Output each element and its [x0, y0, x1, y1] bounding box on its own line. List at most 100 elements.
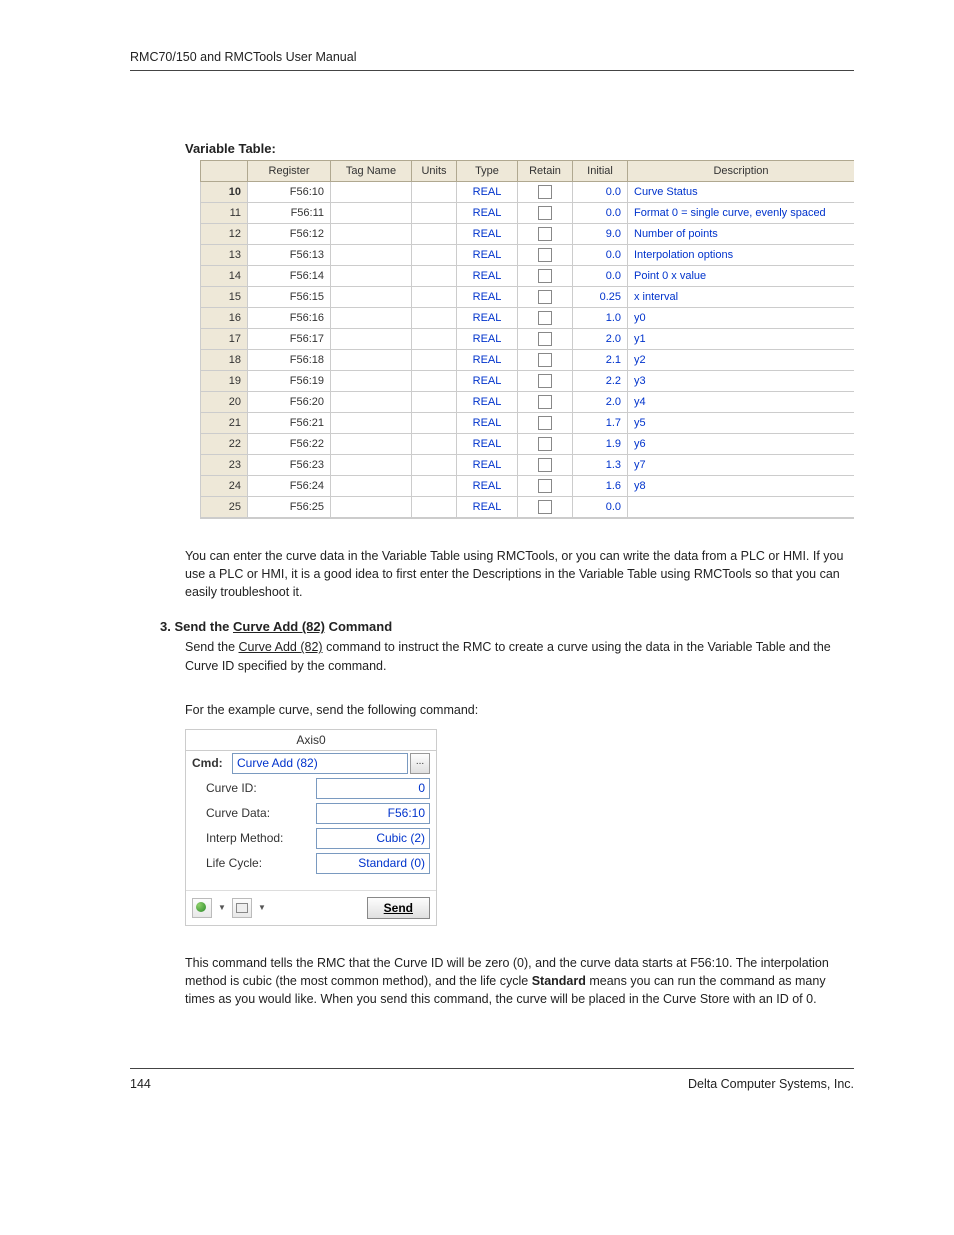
cell-tagname[interactable] [331, 455, 412, 476]
cell-units[interactable] [412, 329, 457, 350]
cell-initial[interactable]: 0.0 [573, 497, 628, 518]
cell-units[interactable] [412, 497, 457, 518]
cell-tagname[interactable] [331, 266, 412, 287]
checkbox-icon[interactable] [538, 248, 552, 262]
cell-tagname[interactable] [331, 476, 412, 497]
cell-initial[interactable]: 2.1 [573, 350, 628, 371]
cell-units[interactable] [412, 350, 457, 371]
cell-description[interactable]: y3 [628, 371, 855, 392]
cell-description[interactable]: Point 0 x value [628, 266, 855, 287]
cell-units[interactable] [412, 182, 457, 203]
cell-description[interactable]: y0 [628, 308, 855, 329]
cell-retain[interactable] [518, 287, 573, 308]
cell-initial[interactable]: 2.0 [573, 392, 628, 413]
cell-units[interactable] [412, 245, 457, 266]
cell-tagname[interactable] [331, 287, 412, 308]
cell-retain[interactable] [518, 308, 573, 329]
checkbox-icon[interactable] [538, 311, 552, 325]
cell-description[interactable]: y6 [628, 434, 855, 455]
cell-initial[interactable]: 9.0 [573, 224, 628, 245]
checkbox-icon[interactable] [538, 416, 552, 430]
checkbox-icon[interactable] [538, 479, 552, 493]
checkbox-icon[interactable] [538, 185, 552, 199]
cell-retain[interactable] [518, 497, 573, 518]
cell-retain[interactable] [518, 224, 573, 245]
cell-retain[interactable] [518, 350, 573, 371]
cell-units[interactable] [412, 224, 457, 245]
cell-tagname[interactable] [331, 392, 412, 413]
cell-retain[interactable] [518, 434, 573, 455]
cell-units[interactable] [412, 287, 457, 308]
checkbox-icon[interactable] [538, 269, 552, 283]
checkbox-icon[interactable] [538, 206, 552, 220]
cmd-param-value[interactable]: 0 [316, 778, 430, 799]
card-icon[interactable] [232, 898, 252, 918]
cell-retain[interactable] [518, 476, 573, 497]
cell-units[interactable] [412, 455, 457, 476]
send-button[interactable]: Send [367, 897, 430, 919]
cmd-more-button[interactable]: ... [410, 753, 430, 774]
checkbox-icon[interactable] [538, 290, 552, 304]
cell-initial[interactable]: 1.6 [573, 476, 628, 497]
cell-tagname[interactable] [331, 203, 412, 224]
cell-initial[interactable]: 0.0 [573, 182, 628, 203]
cell-tagname[interactable] [331, 434, 412, 455]
checkbox-icon[interactable] [538, 458, 552, 472]
cell-units[interactable] [412, 203, 457, 224]
cell-description[interactable]: y1 [628, 329, 855, 350]
cell-initial[interactable]: 2.2 [573, 371, 628, 392]
card-dropdown-icon[interactable]: ▼ [258, 903, 266, 912]
cell-initial[interactable]: 1.0 [573, 308, 628, 329]
cell-retain[interactable] [518, 455, 573, 476]
cell-description[interactable]: Number of points [628, 224, 855, 245]
cell-units[interactable] [412, 308, 457, 329]
curve-add-link-2[interactable]: Curve Add (82) [239, 640, 323, 654]
cell-description[interactable]: y2 [628, 350, 855, 371]
cell-tagname[interactable] [331, 245, 412, 266]
cmd-param-value[interactable]: Standard (0) [316, 853, 430, 874]
cell-initial[interactable]: 0.0 [573, 203, 628, 224]
cmd-value[interactable]: Curve Add (82) [232, 753, 408, 774]
cell-tagname[interactable] [331, 329, 412, 350]
cell-retain[interactable] [518, 329, 573, 350]
cell-description[interactable]: Curve Status [628, 182, 855, 203]
cell-retain[interactable] [518, 392, 573, 413]
cell-initial[interactable]: 1.7 [573, 413, 628, 434]
cell-initial[interactable]: 1.9 [573, 434, 628, 455]
cell-retain[interactable] [518, 266, 573, 287]
cell-units[interactable] [412, 413, 457, 434]
cell-tagname[interactable] [331, 371, 412, 392]
cell-description[interactable] [628, 497, 855, 518]
cell-initial[interactable]: 2.0 [573, 329, 628, 350]
checkbox-icon[interactable] [538, 374, 552, 388]
checkbox-icon[interactable] [538, 500, 552, 514]
cell-description[interactable]: y5 [628, 413, 855, 434]
globe-icon[interactable] [192, 898, 212, 918]
cmd-param-value[interactable]: F56:10 [316, 803, 430, 824]
cell-tagname[interactable] [331, 182, 412, 203]
cell-description[interactable]: y4 [628, 392, 855, 413]
cell-description[interactable]: y8 [628, 476, 855, 497]
cell-tagname[interactable] [331, 413, 412, 434]
cell-retain[interactable] [518, 371, 573, 392]
cell-units[interactable] [412, 476, 457, 497]
cell-units[interactable] [412, 434, 457, 455]
cell-units[interactable] [412, 266, 457, 287]
cmd-param-value[interactable]: Cubic (2) [316, 828, 430, 849]
cell-retain[interactable] [518, 413, 573, 434]
cell-description[interactable]: Interpolation options [628, 245, 855, 266]
checkbox-icon[interactable] [538, 353, 552, 367]
cell-retain[interactable] [518, 182, 573, 203]
checkbox-icon[interactable] [538, 437, 552, 451]
checkbox-icon[interactable] [538, 227, 552, 241]
checkbox-icon[interactable] [538, 332, 552, 346]
cell-retain[interactable] [518, 203, 573, 224]
cell-description[interactable]: Format 0 = single curve, evenly spaced [628, 203, 855, 224]
cell-description[interactable]: x interval [628, 287, 855, 308]
globe-dropdown-icon[interactable]: ▼ [218, 903, 226, 912]
cell-tagname[interactable] [331, 497, 412, 518]
cell-description[interactable]: y7 [628, 455, 855, 476]
cell-initial[interactable]: 0.0 [573, 245, 628, 266]
cell-tagname[interactable] [331, 350, 412, 371]
cell-retain[interactable] [518, 245, 573, 266]
